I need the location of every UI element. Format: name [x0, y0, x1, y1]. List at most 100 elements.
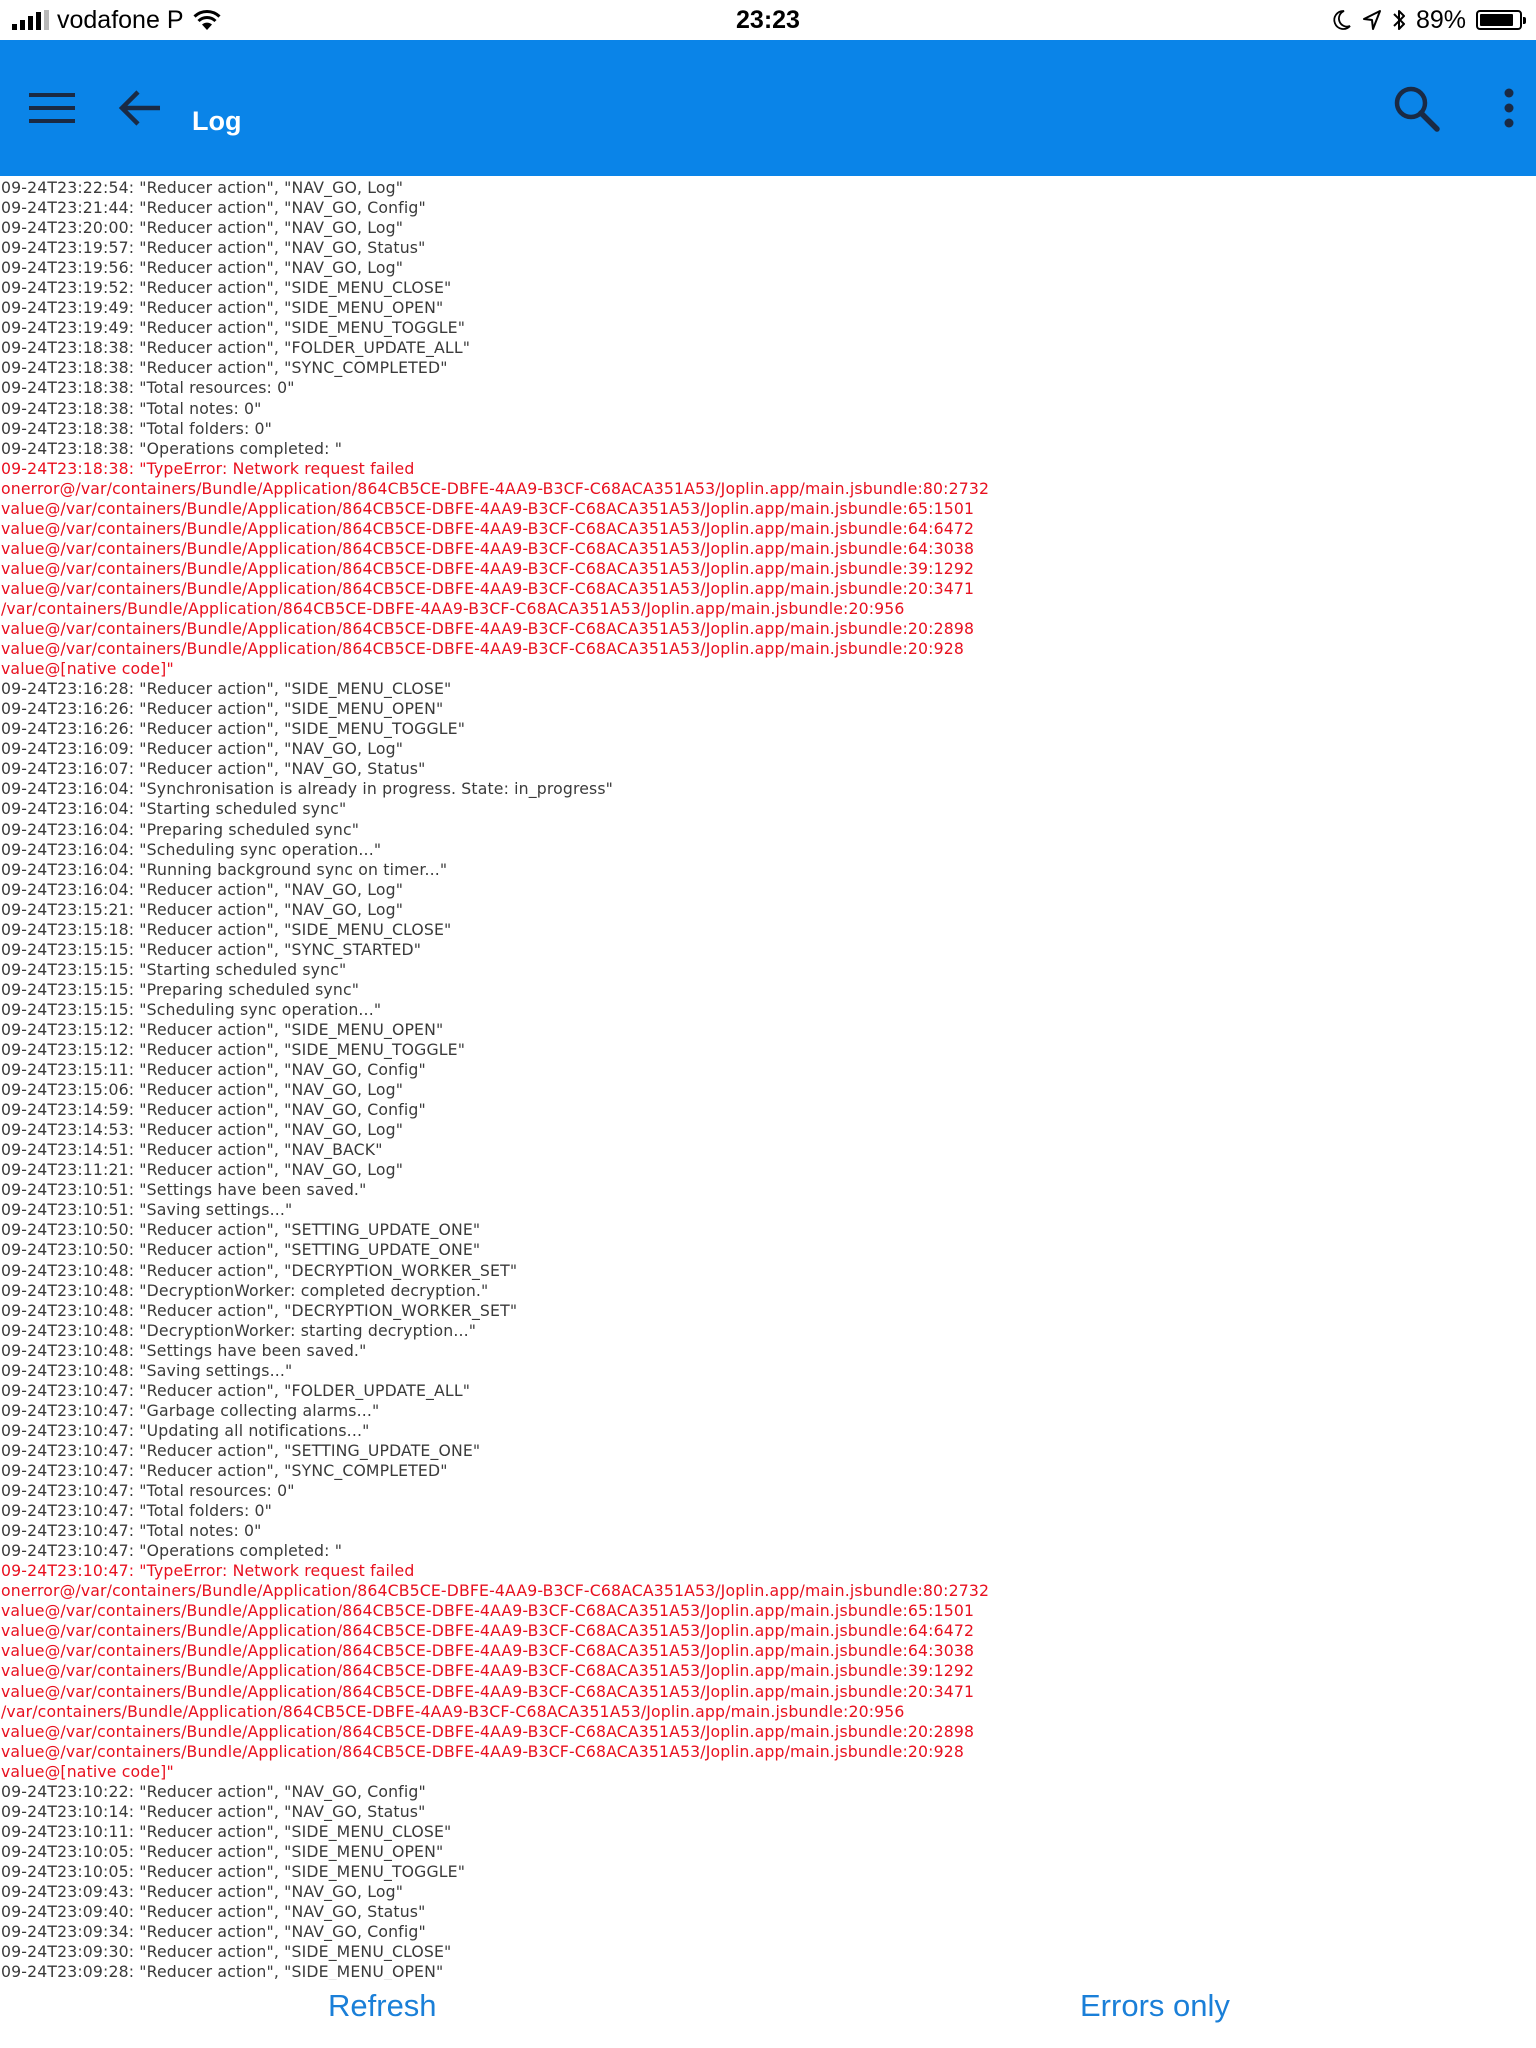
log-line: 09-24T23:10:48: "Saving settings..."	[1, 1360, 293, 1380]
log-line: 09-24T23:16:26: "Reducer action", "SIDE_…	[1, 699, 444, 719]
log-line: 09-24T23:18:38: "Reducer action", "SYNC_…	[1, 358, 448, 378]
log-line: 09-24T23:11:21: "Reducer action", "NAV_G…	[1, 1160, 404, 1180]
log-line: 09-24T23:10:51: "Saving settings..."	[1, 1200, 293, 1220]
log-line: 09-24T23:10:47: "Total resources: 0"	[1, 1481, 295, 1501]
log-line: 09-24T23:18:38: "Total notes: 0"	[1, 398, 262, 418]
log-list[interactable]: 09-24T23:22:54: "Reducer action", "NAV_G…	[1, 178, 1531, 1980]
log-error-line: onerror@/var/containers/Bundle/Applicati…	[1, 1581, 990, 1601]
errors-only-button[interactable]: Errors only	[1080, 1988, 1230, 2024]
log-line: 09-24T23:09:28: "Reducer action", "SIDE_…	[1, 1962, 444, 1980]
log-line: 09-24T23:15:11: "Reducer action", "NAV_G…	[1, 1060, 426, 1080]
log-error-line: 09-24T23:10:47: "TypeError: Network requ…	[1, 1561, 415, 1581]
log-line: 09-24T23:21:44: "Reducer action", "NAV_G…	[1, 198, 426, 218]
bluetooth-icon	[1393, 10, 1405, 30]
log-error-line: value@/var/containers/Bundle/Application…	[1, 1621, 975, 1641]
log-line: 09-24T23:10:05: "Reducer action", "SIDE_…	[1, 1861, 466, 1881]
log-line: 09-24T23:10:47: "Total notes: 0"	[1, 1521, 262, 1541]
moon-icon	[1333, 10, 1351, 30]
log-error-line: onerror@/var/containers/Bundle/Applicati…	[1, 478, 990, 498]
log-line: 09-24T23:15:15: "Preparing scheduled syn…	[1, 979, 360, 999]
log-line: 09-24T23:16:04: "Scheduling sync operati…	[1, 839, 382, 859]
log-line: 09-24T23:22:54: "Reducer action", "NAV_G…	[1, 178, 404, 197]
log-line: 09-24T23:16:28: "Reducer action", "SIDE_…	[1, 679, 452, 699]
more-options-button[interactable]	[1494, 76, 1524, 140]
log-line: 09-24T23:19:56: "Reducer action", "NAV_G…	[1, 258, 404, 278]
log-line: 09-24T23:10:48: "DecryptionWorker: start…	[1, 1320, 477, 1340]
log-line: 09-24T23:15:15: "Starting scheduled sync…	[1, 959, 347, 979]
log-error-line: /var/containers/Bundle/Application/864CB…	[1, 598, 905, 618]
log-line: 09-24T23:10:11: "Reducer action", "SIDE_…	[1, 1821, 452, 1841]
log-line: 09-24T23:16:09: "Reducer action", "NAV_G…	[1, 739, 404, 759]
log-error-line: /var/containers/Bundle/Application/864CB…	[1, 1701, 905, 1721]
log-line: 09-24T23:10:47: "Reducer action", "FOLDE…	[1, 1380, 471, 1400]
menu-icon	[29, 93, 75, 123]
log-error-line: value@/var/containers/Bundle/Application…	[1, 498, 975, 518]
log-line: 09-24T23:19:52: "Reducer action", "SIDE_…	[1, 278, 452, 298]
log-line: 09-24T23:10:47: "Reducer action", "SYNC_…	[1, 1461, 448, 1480]
log-line: 09-24T23:16:04: "Starting scheduled sync…	[1, 799, 347, 819]
footer-toolbar: Refresh Errors only	[0, 1982, 1536, 2048]
log-line: 09-24T23:10:48: "DecryptionWorker: compl…	[1, 1280, 489, 1300]
log-line: 09-24T23:18:38: "Operations completed: "	[1, 438, 343, 458]
log-line: 09-24T23:15:18: "Reducer action", "SIDE_…	[1, 919, 452, 939]
menu-button[interactable]	[22, 80, 82, 136]
log-line: 09-24T23:20:00: "Reducer action", "NAV_G…	[1, 218, 404, 238]
search-button[interactable]	[1386, 76, 1446, 140]
log-error-line: value@/var/containers/Bundle/Application…	[1, 1601, 975, 1621]
log-line: 09-24T23:15:06: "Reducer action", "NAV_G…	[1, 1080, 404, 1100]
log-line: 09-24T23:15:15: "Reducer action", "SYNC_…	[1, 939, 422, 959]
log-error-line: value@/var/containers/Bundle/Application…	[1, 1681, 975, 1701]
log-line: 09-24T23:16:07: "Reducer action", "NAV_G…	[1, 759, 426, 779]
log-line: 09-24T23:10:47: "Garbage collecting alar…	[1, 1400, 380, 1420]
log-line: 09-24T23:10:51: "Settings have been save…	[1, 1180, 367, 1200]
log-error-line: value@/var/containers/Bundle/Application…	[1, 639, 964, 659]
log-error-line: value@/var/containers/Bundle/Application…	[1, 538, 975, 558]
log-line: 09-24T23:10:47: "Operations completed: "	[1, 1541, 343, 1561]
log-line: 09-24T23:19:57: "Reducer action", "NAV_G…	[1, 238, 426, 258]
log-line: 09-24T23:10:22: "Reducer action", "NAV_G…	[1, 1781, 426, 1801]
status-right: 89%	[1332, 6, 1526, 34]
log-line: 09-24T23:09:34: "Reducer action", "NAV_G…	[1, 1922, 426, 1942]
log-line: 09-24T23:15:15: "Scheduling sync operati…	[1, 999, 382, 1019]
log-error-line: value@/var/containers/Bundle/Application…	[1, 1721, 975, 1741]
log-line: 09-24T23:16:04: "Preparing scheduled syn…	[1, 819, 360, 839]
log-line: 09-24T23:10:48: "Reducer action", "DECRY…	[1, 1300, 518, 1320]
log-error-line: value@/var/containers/Bundle/Application…	[1, 1741, 964, 1761]
log-error-line: value@/var/containers/Bundle/Application…	[1, 1661, 975, 1681]
log-line: 09-24T23:16:26: "Reducer action", "SIDE_…	[1, 719, 466, 739]
log-error-line: value@[native code]"	[1, 659, 174, 679]
log-error-line: value@/var/containers/Bundle/Application…	[1, 518, 975, 538]
log-line: 09-24T23:09:40: "Reducer action", "NAV_G…	[1, 1902, 426, 1922]
log-line: 09-24T23:18:38: "Total folders: 0"	[1, 418, 273, 438]
page-title: Log	[192, 106, 242, 136]
more-vertical-icon	[1504, 88, 1514, 128]
location-arrow-icon	[1362, 10, 1381, 30]
log-line: 09-24T23:10:50: "Reducer action", "SETTI…	[1, 1220, 481, 1240]
log-error-line: value@/var/containers/Bundle/Application…	[1, 578, 975, 598]
search-icon	[1394, 86, 1440, 132]
log-error-line: value@/var/containers/Bundle/Application…	[1, 558, 975, 578]
log-error-line: value@[native code]"	[1, 1761, 174, 1781]
log-line: 09-24T23:10:48: "Settings have been save…	[1, 1340, 367, 1360]
log-line: 09-24T23:10:47: "Total folders: 0"	[1, 1501, 273, 1521]
log-line: 09-24T23:19:49: "Reducer action", "SIDE_…	[1, 298, 444, 318]
app-bar: Log	[0, 40, 1536, 176]
log-line: 09-24T23:14:59: "Reducer action", "NAV_G…	[1, 1100, 426, 1120]
log-line: 09-24T23:14:51: "Reducer action", "NAV_B…	[1, 1140, 383, 1160]
log-line: 09-24T23:19:49: "Reducer action", "SIDE_…	[1, 318, 466, 338]
log-line: 09-24T23:10:14: "Reducer action", "NAV_G…	[1, 1801, 426, 1821]
back-button[interactable]	[110, 80, 170, 136]
log-line: 09-24T23:10:48: "Reducer action", "DECRY…	[1, 1260, 518, 1280]
log-line: 09-24T23:15:12: "Reducer action", "SIDE_…	[1, 1040, 466, 1060]
log-error-line: 09-24T23:18:38: "TypeError: Network requ…	[1, 458, 415, 478]
log-line: 09-24T23:10:47: "Reducer action", "SETTI…	[1, 1440, 481, 1460]
log-line: 09-24T23:09:30: "Reducer action", "SIDE_…	[1, 1942, 452, 1962]
log-line: 09-24T23:15:12: "Reducer action", "SIDE_…	[1, 1019, 444, 1039]
log-line: 09-24T23:10:50: "Reducer action", "SETTI…	[1, 1240, 481, 1260]
log-error-line: value@/var/containers/Bundle/Application…	[1, 619, 975, 639]
log-error-line: value@/var/containers/Bundle/Application…	[1, 1641, 975, 1661]
log-line: 09-24T23:18:38: "Reducer action", "FOLDE…	[1, 338, 471, 358]
refresh-button[interactable]: Refresh	[328, 1988, 437, 2024]
log-line: 09-24T23:10:47: "Updating all notificati…	[1, 1420, 370, 1440]
battery-icon	[1476, 10, 1526, 30]
